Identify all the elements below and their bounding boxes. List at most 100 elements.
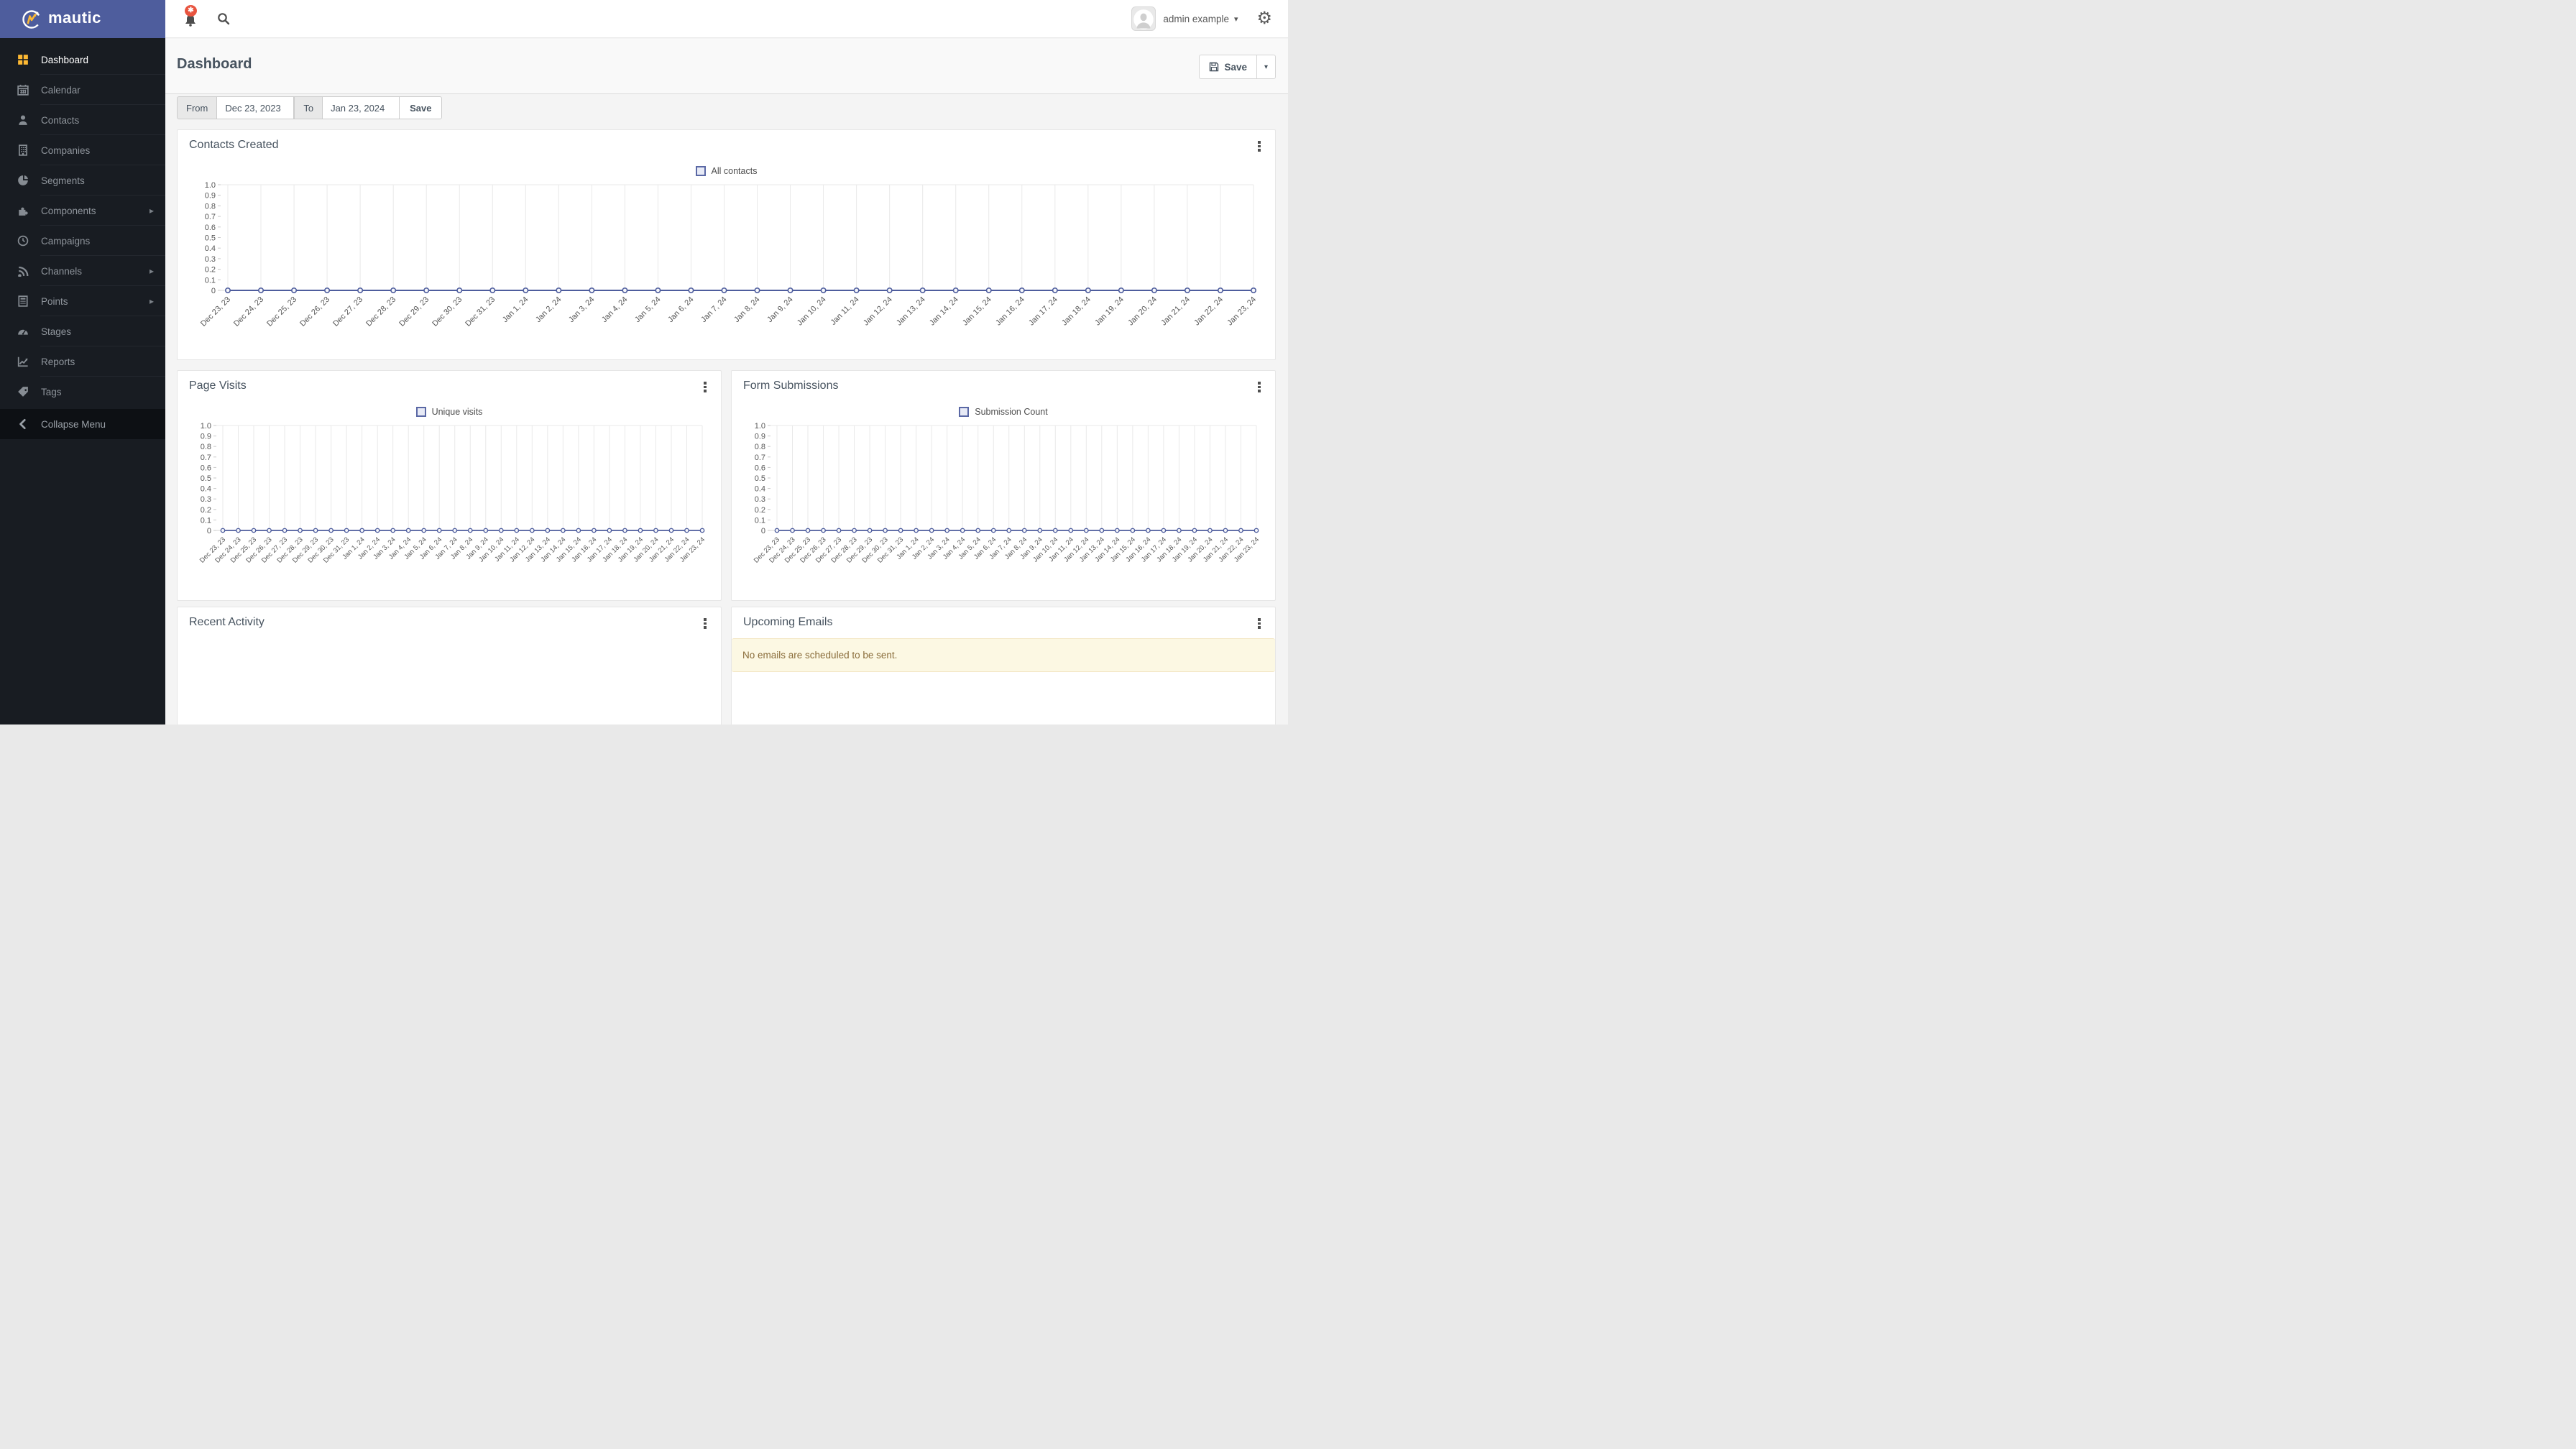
legend-checkbox[interactable]	[415, 407, 426, 417]
svg-text:Jan 8, 24: Jan 8, 24	[732, 295, 761, 324]
panel-title: Contacts Created	[189, 139, 279, 151]
svg-text:Dec 29, 23: Dec 29, 23	[397, 295, 431, 328]
panel-form-submissions: Form Submissions Submission Count 1.0 0.9…	[731, 370, 1276, 601]
to-date-input[interactable]	[322, 96, 400, 119]
svg-text:Jan 6, 24: Jan 6, 24	[666, 295, 695, 324]
from-label: From	[177, 96, 218, 119]
panel-title: Recent Activity	[189, 616, 264, 628]
svg-text:0.2: 0.2	[755, 506, 765, 515]
to-label: To	[294, 96, 323, 119]
date-range-toolbar: From To Save	[177, 96, 443, 119]
search-icon	[218, 13, 230, 25]
svg-text:0.3: 0.3	[755, 495, 765, 504]
svg-text:Jan 3, 24: Jan 3, 24	[567, 295, 596, 324]
logo[interactable]: mautic	[0, 0, 165, 38]
panel-menu-button[interactable]	[700, 618, 710, 629]
form-submissions-chart: 1.00.90.80.70.60.50.40.30.20.10Dec 23, 2…	[753, 422, 1261, 565]
svg-text:Jan 23, 24: Jan 23, 24	[1225, 295, 1258, 328]
sidebar-nav: Dashboard Calendar Contacts Companies Segmen…	[0, 38, 165, 407]
panel-upcoming-emails: Upcoming Emails No emails are scheduled …	[731, 607, 1276, 724]
gear-icon[interactable]: ⚙	[1256, 10, 1272, 27]
sidebar-item-dashboard[interactable]: Dashboard	[0, 45, 165, 75]
sidebar-item-label: Companies	[41, 144, 91, 156]
notifications-button[interactable]: ✱	[183, 5, 200, 28]
svg-text:0.8: 0.8	[205, 202, 216, 211]
svg-text:0.6: 0.6	[205, 224, 216, 232]
sidebar-item-tags[interactable]: Tags	[0, 377, 165, 407]
panel-title: Form Submissions	[743, 380, 839, 392]
sidebar-item-label: Stages	[41, 326, 72, 337]
svg-text:0.4: 0.4	[755, 485, 765, 494]
panel-contacts-created: Contacts Created All contacts 1.0 0.9 0.8 0…	[177, 129, 1276, 360]
svg-text:0.6: 0.6	[755, 464, 765, 472]
svg-text:0.1: 0.1	[201, 516, 211, 525]
page-title: Dashboard	[177, 56, 252, 72]
contacts-created-chart: 1.0 0.90.8 0.7 0.6 0.5 0.4 0.3 0.20.1 0Dec 23, 2…	[199, 181, 1258, 328]
rss-icon	[17, 265, 29, 277]
svg-text:Dec 26, 23: Dec 26, 23	[298, 295, 331, 328]
calendar-icon	[17, 84, 29, 96]
sidebar-item-points[interactable]: Points ▸	[0, 286, 165, 316]
save-button[interactable]: Save	[1199, 55, 1256, 79]
sidebar-item-reports[interactable]: Reports	[0, 346, 165, 377]
svg-text:0.8: 0.8	[201, 443, 211, 451]
svg-text:1.0: 1.0	[755, 422, 765, 431]
save-dropdown-toggle[interactable]: ▾	[1256, 55, 1276, 79]
sidebar-item-label: Calendar	[41, 84, 80, 96]
global-search-button[interactable]	[217, 12, 230, 25]
svg-text:Jan 15, 24: Jan 15, 24	[961, 295, 993, 328]
grid-icon	[17, 54, 29, 66]
sidebar-item-campaigns[interactable]: Campaigns	[0, 226, 165, 256]
svg-text:0.4: 0.4	[205, 244, 216, 253]
svg-text:Jan 4, 24: Jan 4, 24	[600, 295, 629, 324]
panel-menu-button[interactable]	[1254, 382, 1264, 392]
panel-recent-activity: Recent Activity	[177, 607, 722, 724]
avatar[interactable]	[1131, 6, 1156, 31]
svg-text:0.4: 0.4	[201, 485, 211, 494]
sidebar-item-companies[interactable]: Companies	[0, 135, 165, 165]
chevron-right-icon: ▸	[149, 266, 154, 276]
svg-text:0.5: 0.5	[201, 474, 211, 483]
panel-menu-button[interactable]	[1254, 618, 1264, 629]
svg-text:Jan 12, 24: Jan 12, 24	[862, 295, 894, 328]
svg-text:Jan 11, 24: Jan 11, 24	[829, 295, 860, 327]
sidebar-item-calendar[interactable]: Calendar	[0, 75, 165, 105]
date-range-save-button[interactable]: Save	[399, 96, 443, 119]
user-menu[interactable]: admin example	[1163, 14, 1229, 24]
svg-text:0.9: 0.9	[755, 433, 765, 441]
panel-menu-button[interactable]	[1254, 141, 1264, 152]
sidebar-item-label: Channels	[41, 265, 83, 277]
svg-text:0: 0	[211, 287, 216, 295]
legend-checkbox[interactable]	[959, 407, 970, 417]
mautic-logo-icon	[22, 9, 41, 29]
sidebar-item-label: Dashboard	[41, 54, 89, 65]
sidebar-item-channels[interactable]: Channels ▸	[0, 256, 165, 286]
svg-text:Jan 10, 24: Jan 10, 24	[796, 295, 828, 328]
svg-text:0.3: 0.3	[205, 255, 216, 264]
gauge-icon	[17, 326, 29, 338]
from-date-input[interactable]	[216, 96, 295, 119]
sidebar-item-segments[interactable]: Segments	[0, 165, 165, 196]
sidebar-item-label: Reports	[41, 356, 75, 367]
svg-text:Jan 21, 24: Jan 21, 24	[1159, 295, 1192, 328]
sidebar-item-stages[interactable]: Stages	[0, 316, 165, 346]
notification-badge: ✱	[185, 5, 197, 17]
svg-text:Jan 17, 24: Jan 17, 24	[1027, 295, 1059, 328]
legend-label: Unique visits	[431, 407, 483, 417]
chartline-icon	[17, 356, 29, 368]
collapse-menu-button[interactable]: Collapse Menu	[0, 409, 165, 439]
sidebar: mautic Dashboard Calendar Contacts Companie…	[0, 0, 165, 724]
user-icon	[17, 114, 29, 126]
svg-text:Jan 18, 24: Jan 18, 24	[1060, 295, 1092, 328]
tag-icon	[17, 386, 29, 398]
panel-title: Page Visits	[189, 380, 247, 392]
legend-checkbox[interactable]	[695, 166, 706, 176]
chevron-down-icon[interactable]: ▾	[1234, 14, 1238, 24]
dashboard-save-split-button: Save ▾	[1199, 55, 1276, 79]
panel-menu-button[interactable]	[700, 382, 710, 392]
sidebar-item-components[interactable]: Components ▸	[0, 196, 165, 226]
svg-text:0.7: 0.7	[755, 454, 765, 462]
sidebar-item-label: Tags	[41, 386, 62, 397]
svg-text:Dec 25, 23: Dec 25, 23	[265, 295, 298, 328]
sidebar-item-contacts[interactable]: Contacts	[0, 105, 165, 135]
